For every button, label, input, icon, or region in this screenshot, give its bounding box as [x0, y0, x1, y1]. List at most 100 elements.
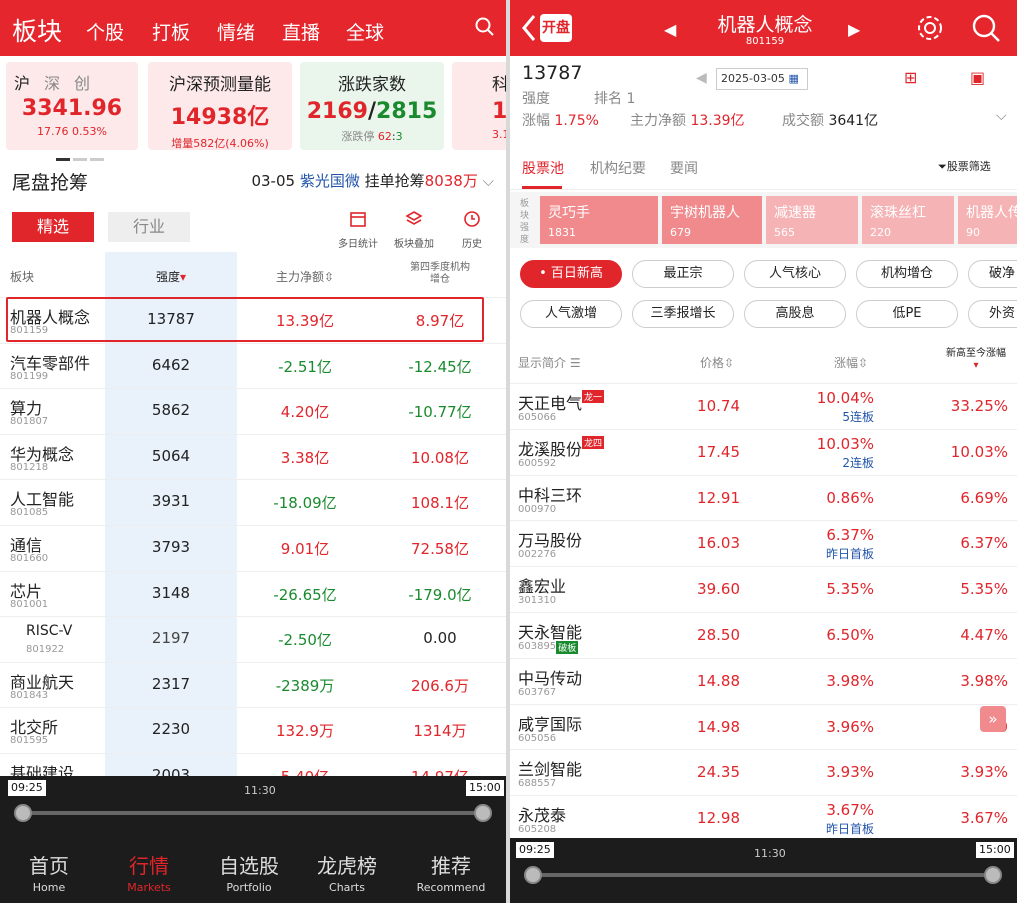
chip-robot-sensor[interactable]: 机器人传 90: [958, 196, 1017, 244]
tag-most-orthodox[interactable]: 最正宗: [632, 260, 734, 288]
search-icon[interactable]: [475, 17, 495, 37]
nav-recommend[interactable]: 推荐 Recommend: [406, 850, 496, 894]
chip-unitree[interactable]: 宇树机器人 679: [662, 196, 762, 244]
triangle-left-icon[interactable]: ◀: [696, 70, 707, 86]
nav-stocks[interactable]: 个股: [86, 18, 124, 45]
nav-global[interactable]: 全球: [346, 18, 384, 45]
change-value: 6.50%: [826, 625, 874, 644]
nav-limit[interactable]: 打板: [152, 18, 190, 45]
fast-forward-icon[interactable]: »: [980, 706, 1006, 732]
inst-value: 10.08亿: [411, 448, 469, 467]
tab-stock-pool[interactable]: 股票池: [522, 158, 564, 178]
chip-value: 679: [670, 226, 691, 239]
slider-handle-start[interactable]: [14, 804, 32, 822]
seg-featured[interactable]: 精选: [12, 212, 94, 242]
chip-dexterous-hand[interactable]: 灵巧手 1831: [540, 196, 658, 244]
nav-live[interactable]: 直播: [282, 18, 320, 45]
search-icon[interactable]: [970, 12, 1002, 44]
history-button[interactable]: 历史: [448, 210, 496, 250]
nav-sentiment[interactable]: 情绪: [217, 18, 255, 45]
stock-row[interactable]: 中马传动 603767 14.88 3.98% 3.98%: [510, 659, 1017, 705]
tail-stock: 紫光国微: [299, 172, 360, 190]
col-since-high[interactable]: 新高至今涨幅▾: [946, 348, 1006, 372]
stock-filter-button[interactable]: ⏷股票筛选: [938, 158, 991, 174]
table-row[interactable]: 人工智能 801085 3931 -18.09亿 108.1亿: [0, 480, 506, 526]
tag-below-book[interactable]: 破净: [968, 260, 1017, 288]
open-badge[interactable]: 开盘: [540, 14, 572, 42]
table-row[interactable]: 华为概念 801218 5064 3.38亿 10.08亿: [0, 435, 506, 481]
seg-industry[interactable]: 行业: [108, 212, 190, 242]
tag-q3-growth[interactable]: 三季报增长: [632, 300, 734, 328]
multi-day-stats-button[interactable]: 多日统计: [334, 210, 382, 250]
stock-row[interactable]: 天永智能 603895 破板 28.50 6.50% 4.47%: [510, 613, 1017, 659]
stock-row[interactable]: 永茂泰 605208 12.98 3.67% 昨日首板 3.67%: [510, 796, 1017, 842]
stock-name: 兰剑智能: [518, 760, 583, 780]
chip-reducer[interactable]: 减速器 565: [766, 196, 858, 244]
nav-cn: 自选股: [219, 854, 279, 878]
table-row[interactable]: 商业航天 801843 2317 -2389万 206.6万: [0, 663, 506, 709]
nav-portfolio[interactable]: 自选股 Portfolio: [204, 850, 294, 894]
tab-sh[interactable]: 沪: [14, 74, 30, 93]
gear-icon[interactable]: [914, 12, 946, 44]
tag-high-dividend[interactable]: 高股息: [744, 300, 846, 328]
tag-popularity-surge[interactable]: 人气激增: [520, 300, 622, 328]
sector-overlay-button[interactable]: 板块叠加: [390, 210, 438, 250]
tab-cy[interactable]: 创: [74, 74, 90, 93]
table-row[interactable]: RISC-V 801922 2197 -2.50亿 0.00: [0, 617, 506, 663]
tool-label: 板块叠加: [394, 239, 434, 250]
nav-markets[interactable]: 行情 Markets: [104, 850, 194, 894]
volume-card[interactable]: 沪深预测量能 14938亿 增量582亿(4.06%): [148, 62, 292, 150]
nav-home[interactable]: 首页 Home: [4, 850, 94, 894]
stock-row[interactable]: 龙溪股份 龙四 600592 17.45 10.03% 2连板 10.03%: [510, 430, 1017, 476]
chip-name: 滚珠丝杠: [870, 205, 926, 221]
strength-value: 5064: [151, 446, 191, 465]
sub-sector-strip: 板块强度 灵巧手 1831 宇树机器人 679 减速器 565 滚珠丝杠 220 机器人…: [510, 192, 1017, 248]
back-arrow-icon[interactable]: [522, 14, 536, 42]
tab-sz[interactable]: 深: [44, 74, 60, 93]
table-row[interactable]: 算力 801807 5862 4.20亿 -10.77亿: [0, 389, 506, 435]
nav-charts[interactable]: 龙虎榜 Charts: [302, 850, 392, 894]
slider-handle-end[interactable]: [474, 804, 492, 822]
stock-name-wrap: 咸亨国际: [518, 711, 582, 735]
slider-handle-start[interactable]: [524, 866, 542, 884]
grid-icon[interactable]: ▣: [970, 68, 985, 87]
col-strength[interactable]: 强度▾: [110, 268, 232, 285]
stock-row[interactable]: 天正电气 龙一 605066 10.74 10.04% 5连板 33.25%: [510, 384, 1017, 430]
index-card[interactable]: 沪深创 3341.96 17.76 0.53%: [6, 62, 138, 161]
add-icon[interactable]: ⊞: [904, 68, 917, 87]
bottom-nav: 首页 Home 行情 Markets 自选股 Portfolio 龙虎榜 Charts …: [0, 838, 506, 903]
breadth-card[interactable]: 涨跌家数 2169/2815 涨跌停 62:3: [300, 62, 444, 150]
stock-row[interactable]: 咸亨国际60505614.983.96%3.9: [510, 705, 1017, 751]
date-picker[interactable]: 2025-03-05 ▦: [716, 68, 808, 90]
next-arrow-icon[interactable]: ▶: [848, 20, 860, 39]
tab-news[interactable]: 要闻: [670, 158, 698, 178]
tag-100day-high[interactable]: • 百日新高: [520, 260, 622, 288]
stock-row[interactable]: 中科三环 000970 12.91 0.86% 6.69%: [510, 476, 1017, 522]
table-row[interactable]: 北交所 801595 2230 132.9万 1314万: [0, 708, 506, 754]
table-row[interactable]: 汽车零部件 801199 6462 -2.51亿 -12.45亿: [0, 344, 506, 390]
stock-code-wrap: 301310: [518, 595, 556, 606]
partial-card[interactable]: 科 10 3.1: [452, 62, 506, 150]
slider-handle-end[interactable]: [984, 866, 1002, 884]
tail-summary[interactable]: 03-05 紫光国微 挂单抢筹8038万 ⌵: [251, 170, 494, 191]
tag-inst-add[interactable]: 机构增仓: [856, 260, 958, 288]
stock-row[interactable]: 鑫宏业 301310 39.60 5.35% 5.35%: [510, 567, 1017, 613]
col-change[interactable]: 涨幅⇳: [834, 354, 868, 371]
table-row[interactable]: 通信 801660 3793 9.01亿 72.58亿: [0, 526, 506, 572]
col-intro[interactable]: 显示简介 ☰: [518, 354, 581, 371]
tag-popular-core[interactable]: 人气核心: [744, 260, 846, 288]
change-value: 3.96%: [826, 717, 874, 736]
tag-low-pe[interactable]: 低PE: [856, 300, 958, 328]
strength-value: 5862: [151, 401, 191, 420]
tab-inst-notes[interactable]: 机构纪要: [590, 158, 646, 178]
col-price[interactable]: 价格⇳: [700, 354, 734, 371]
tag-foreign[interactable]: 外资: [968, 300, 1017, 328]
sector-name: RISC-V: [26, 623, 73, 640]
expand-icon[interactable]: ⌵: [996, 108, 1007, 124]
col-inst[interactable]: 第四季度机构增仓: [410, 262, 470, 286]
stock-row[interactable]: 兰剑智能 688557 24.35 3.93% 3.93%: [510, 750, 1017, 797]
col-net[interactable]: 主力净额⇳: [240, 268, 370, 285]
chip-ball-screw[interactable]: 滚珠丝杠 220: [862, 196, 954, 244]
stock-row[interactable]: 万马股份 002276 16.03 6.37% 昨日首板 6.37%: [510, 521, 1017, 568]
table-row[interactable]: 芯片 801001 3148 -26.65亿 -179.0亿: [0, 572, 506, 618]
